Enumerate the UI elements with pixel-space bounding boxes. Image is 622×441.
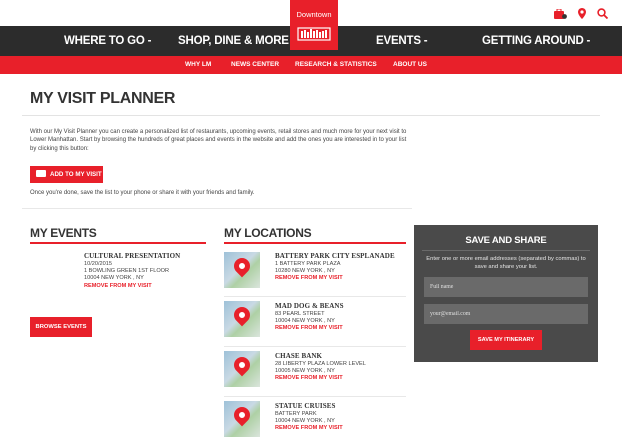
remove-location-link[interactable]: REMOVE FROM MY VISIT bbox=[275, 425, 343, 432]
map-pin-icon bbox=[230, 403, 254, 427]
event-address: 1 BOWLING GREEN 1ST FLOOR bbox=[84, 268, 170, 275]
subnav-why-lm[interactable]: WHY LM bbox=[185, 56, 211, 74]
browse-events-button[interactable]: BROWSE EVENTS bbox=[30, 317, 92, 337]
map-pin-icon bbox=[230, 254, 254, 278]
save-divider bbox=[422, 250, 590, 251]
map-pin-icon[interactable] bbox=[578, 6, 586, 24]
event-date: 10/20/2015 bbox=[84, 261, 112, 267]
page-title: MY VISIT PLANNER bbox=[30, 90, 176, 107]
save-my-itinerary-button[interactable]: SAVE MY ITINERARY bbox=[470, 330, 542, 350]
location-divider bbox=[224, 396, 406, 397]
location-name[interactable]: STATUE CRUISES bbox=[275, 402, 343, 411]
location-thumbnail[interactable] bbox=[224, 401, 260, 437]
logo-mark-icon bbox=[297, 26, 331, 42]
save-and-share-panel: SAVE AND SHARE Enter one or more email a… bbox=[414, 225, 598, 362]
location-thumbnail[interactable] bbox=[224, 301, 260, 337]
remove-location-link[interactable]: REMOVE FROM MY VISIT bbox=[275, 325, 344, 332]
my-locations-heading: MY LOCATIONS bbox=[224, 226, 312, 240]
logo-text: Downtown bbox=[296, 10, 332, 19]
location-address: 83 PEARL STREET bbox=[275, 311, 325, 317]
itinerary-bag-icon[interactable] bbox=[554, 6, 567, 24]
event-name[interactable]: CULTURAL PRESENTATION bbox=[84, 252, 180, 261]
after-text: Once you're done, save the list to your … bbox=[30, 190, 255, 196]
subnav-about-us[interactable]: ABOUT US bbox=[393, 56, 427, 74]
remove-event-link[interactable]: REMOVE FROM MY VISIT bbox=[84, 283, 180, 290]
location-name[interactable]: BATTERY PARK CITY ESPLANADE bbox=[275, 252, 395, 261]
location-item: CHASE BANK 28 LIBERTY PLAZA LOWER LEVEL … bbox=[275, 352, 366, 383]
nav-shop-dine-more[interactable]: SHOP, DINE & MORE - bbox=[178, 26, 296, 56]
location-city: 10280 NEW YORK , NY bbox=[275, 268, 335, 275]
map-pin-icon bbox=[230, 353, 254, 377]
my-events-underline bbox=[30, 242, 206, 244]
location-thumbnail[interactable] bbox=[224, 351, 260, 387]
event-city: 10004 NEW YORK , NY bbox=[84, 275, 144, 282]
email-field[interactable] bbox=[424, 304, 588, 324]
intro-text: With our My Visit Planner you can create… bbox=[30, 129, 407, 152]
my-events-heading: MY EVENTS bbox=[30, 226, 97, 240]
event-item: CULTURAL PRESENTATION 10/20/2015 1 BOWLI… bbox=[84, 252, 180, 290]
save-and-share-heading: SAVE AND SHARE bbox=[465, 235, 547, 246]
location-item: STATUE CRUISES BATTERY PARK 10004 NEW YO… bbox=[275, 402, 343, 433]
location-address: 1 BATTERY PARK PLAZA bbox=[275, 261, 341, 267]
itinerary-bag-icon bbox=[36, 170, 46, 177]
save-instructions: Enter one or more email addresses (separ… bbox=[426, 256, 586, 270]
location-city: 10004 NEW YORK , NY bbox=[275, 418, 335, 425]
subnav-news-center[interactable]: NEWS CENTER bbox=[231, 56, 279, 74]
location-item: MAD DOG & BEANS 83 PEARL STREET 10004 NE… bbox=[275, 302, 344, 333]
location-name[interactable]: CHASE BANK bbox=[275, 352, 366, 361]
full-name-field[interactable] bbox=[424, 277, 588, 297]
sub-nav: WHY LM NEWS CENTER RESEARCH & STATISTICS… bbox=[0, 56, 622, 74]
location-divider bbox=[224, 296, 406, 297]
add-to-my-visit-button[interactable]: ADD TO MY VISIT bbox=[30, 166, 103, 183]
remove-location-link[interactable]: REMOVE FROM MY VISIT bbox=[275, 375, 366, 382]
subnav-research-statistics[interactable]: RESEARCH & STATISTICS bbox=[295, 56, 377, 74]
search-icon[interactable] bbox=[597, 6, 609, 24]
location-city: 10004 NEW YORK , NY bbox=[275, 318, 335, 325]
my-locations-underline bbox=[224, 242, 406, 244]
location-address: BATTERY PARK bbox=[275, 411, 317, 417]
nav-events[interactable]: EVENTS - bbox=[376, 26, 428, 56]
title-divider bbox=[22, 115, 600, 116]
location-thumbnail[interactable] bbox=[224, 252, 260, 288]
location-divider bbox=[224, 346, 406, 347]
location-name[interactable]: MAD DOG & BEANS bbox=[275, 302, 344, 311]
nav-where-to-go[interactable]: WHERE TO GO - bbox=[64, 26, 151, 56]
intro-divider bbox=[22, 208, 412, 209]
location-item: BATTERY PARK CITY ESPLANADE 1 BATTERY PA… bbox=[275, 252, 395, 283]
location-city: 10005 NEW YORK , NY bbox=[275, 368, 335, 375]
add-to-my-visit-label: ADD TO MY VISIT bbox=[50, 171, 102, 178]
nav-getting-around[interactable]: GETTING AROUND - bbox=[482, 26, 590, 56]
location-address: 28 LIBERTY PLAZA LOWER LEVEL bbox=[275, 361, 366, 367]
remove-location-link[interactable]: REMOVE FROM MY VISIT bbox=[275, 275, 395, 282]
map-pin-icon bbox=[230, 303, 254, 327]
